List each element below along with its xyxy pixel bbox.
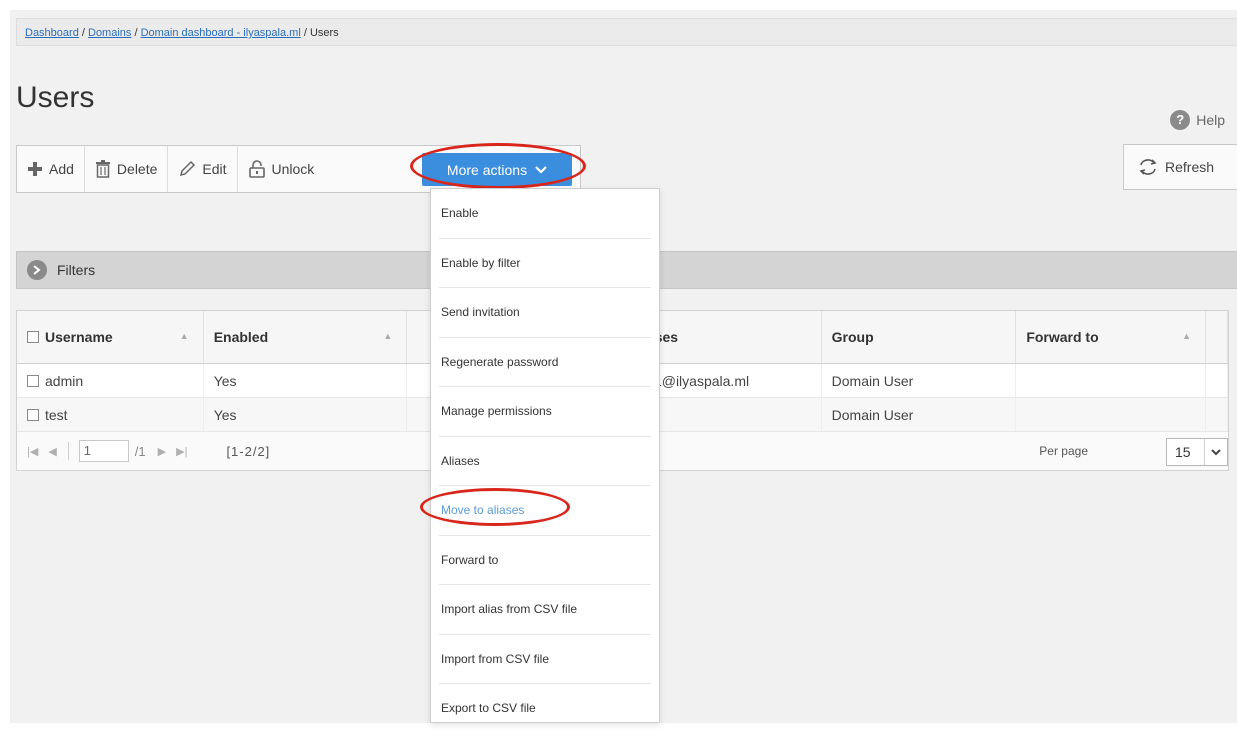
filter-toggle-icon bbox=[27, 260, 47, 280]
refresh-label: Refresh bbox=[1165, 159, 1215, 175]
unlock-icon bbox=[248, 160, 265, 178]
unlock-button[interactable]: Unlock bbox=[238, 146, 325, 192]
sort-icon: ▲ bbox=[383, 331, 393, 341]
page: Dashboard / Domains / Domain dashboard -… bbox=[10, 10, 1237, 723]
refresh-icon bbox=[1139, 159, 1157, 175]
menu-item-import-alias-csv[interactable]: Import alias from CSV file bbox=[439, 585, 651, 635]
cell-forward-to bbox=[1016, 364, 1206, 397]
chevron-down-icon bbox=[1204, 439, 1227, 465]
select-all-checkbox[interactable] bbox=[27, 331, 39, 343]
cell-spacer bbox=[1206, 398, 1228, 431]
menu-item-manage-permissions[interactable]: Manage permissions bbox=[439, 387, 651, 437]
breadcrumb-current: Users bbox=[309, 27, 339, 39]
cell-aliases: s1@ilyaspala.ml bbox=[637, 364, 822, 397]
username-text: admin bbox=[45, 372, 84, 389]
per-page-value: 15 bbox=[1175, 444, 1191, 460]
more-actions-button[interactable]: More actions bbox=[422, 153, 572, 186]
filters-label: Filters bbox=[57, 262, 96, 278]
menu-item-import-csv[interactable]: Import from CSV file bbox=[439, 635, 651, 684]
per-page-select[interactable]: 15 bbox=[1166, 438, 1228, 466]
per-page-label: Per page bbox=[1039, 444, 1088, 458]
column-aliases[interactable]: ases bbox=[637, 311, 822, 363]
username-text: test bbox=[45, 406, 68, 423]
column-forward-to[interactable]: Forward to ▲ bbox=[1016, 311, 1206, 363]
menu-item-export-csv[interactable]: Export to CSV file bbox=[439, 684, 651, 733]
cell-spacer bbox=[1206, 364, 1228, 397]
edit-button[interactable]: Edit bbox=[168, 146, 238, 192]
column-label: Enabled bbox=[213, 329, 269, 345]
breadcrumb-separator: / bbox=[78, 27, 88, 39]
breadcrumb-link-domain-dashboard[interactable]: Domain dashboard - ilyaspala.ml bbox=[141, 27, 301, 39]
pager-divider bbox=[67, 442, 69, 460]
help-icon: ? bbox=[1170, 110, 1191, 130]
cell-group: Domain User bbox=[822, 398, 1017, 431]
breadcrumb: Dashboard / Domains / Domain dashboard -… bbox=[16, 18, 1237, 46]
add-button[interactable]: Add bbox=[17, 146, 85, 192]
cell-enabled: Yes bbox=[204, 364, 408, 397]
column-label: Group bbox=[831, 329, 874, 345]
breadcrumb-link-dashboard[interactable]: Dashboard bbox=[25, 27, 79, 39]
prev-page-icon[interactable]: ◀ bbox=[48, 445, 56, 458]
column-enabled[interactable]: Enabled ▲ bbox=[204, 311, 408, 363]
delete-label: Delete bbox=[116, 161, 158, 177]
column-username[interactable]: Username ▲ bbox=[17, 311, 204, 363]
edit-label: Edit bbox=[202, 161, 227, 177]
sort-icon: ▲ bbox=[179, 331, 189, 341]
column-label: Username bbox=[45, 329, 113, 345]
menu-item-forward-to[interactable]: Forward to bbox=[439, 536, 651, 585]
page-title: Users bbox=[16, 81, 95, 114]
pencil-icon bbox=[180, 160, 196, 177]
menu-item-send-invitation[interactable]: Send invitation bbox=[439, 288, 651, 338]
breadcrumb-separator: / bbox=[300, 27, 310, 39]
cell-forward-to bbox=[1016, 398, 1206, 431]
unlock-label: Unlock bbox=[271, 161, 315, 177]
more-actions-menu: Enable Enable by filter Send invitation … bbox=[430, 188, 660, 723]
next-page-icon[interactable]: ▶ bbox=[158, 445, 166, 458]
row-checkbox[interactable] bbox=[27, 408, 39, 421]
trash-icon bbox=[95, 160, 110, 178]
cell-group: Domain User bbox=[822, 364, 1017, 397]
column-spacer bbox=[1206, 311, 1228, 363]
cell-aliases bbox=[637, 398, 822, 431]
first-page-icon[interactable]: |◀ bbox=[27, 445, 38, 458]
menu-item-aliases[interactable]: Aliases bbox=[439, 437, 651, 486]
menu-item-regenerate-password[interactable]: Regenerate password bbox=[439, 338, 651, 387]
help-link[interactable]: ? Help bbox=[1170, 110, 1225, 130]
menu-item-enable-by-filter[interactable]: Enable by filter bbox=[439, 239, 651, 288]
cell-enabled: Yes bbox=[204, 398, 408, 431]
breadcrumb-separator: / bbox=[131, 27, 141, 39]
last-page-icon[interactable]: ▶| bbox=[176, 445, 187, 458]
breadcrumb-link-domains[interactable]: Domains bbox=[88, 27, 131, 39]
row-checkbox[interactable] bbox=[27, 374, 39, 387]
help-label: Help bbox=[1196, 112, 1225, 128]
add-label: Add bbox=[49, 161, 74, 177]
sort-icon: ▲ bbox=[1182, 331, 1191, 341]
column-label: Forward to bbox=[1026, 329, 1099, 345]
cell-username: test bbox=[17, 398, 204, 431]
menu-item-move-to-aliases[interactable]: Move to aliases bbox=[439, 486, 651, 536]
record-range: [1-2/2] bbox=[226, 443, 271, 459]
plus-icon bbox=[28, 162, 42, 176]
page-total: /1 bbox=[134, 443, 146, 459]
refresh-button[interactable]: Refresh bbox=[1123, 144, 1237, 190]
menu-item-enable[interactable]: Enable bbox=[439, 189, 651, 239]
chevron-down-icon bbox=[535, 165, 547, 174]
column-group[interactable]: Group bbox=[822, 311, 1017, 363]
page-number-input[interactable]: 1 bbox=[78, 440, 129, 462]
cell-username: admin bbox=[17, 364, 204, 397]
delete-button[interactable]: Delete bbox=[85, 146, 169, 192]
more-actions-label: More actions bbox=[446, 161, 528, 178]
